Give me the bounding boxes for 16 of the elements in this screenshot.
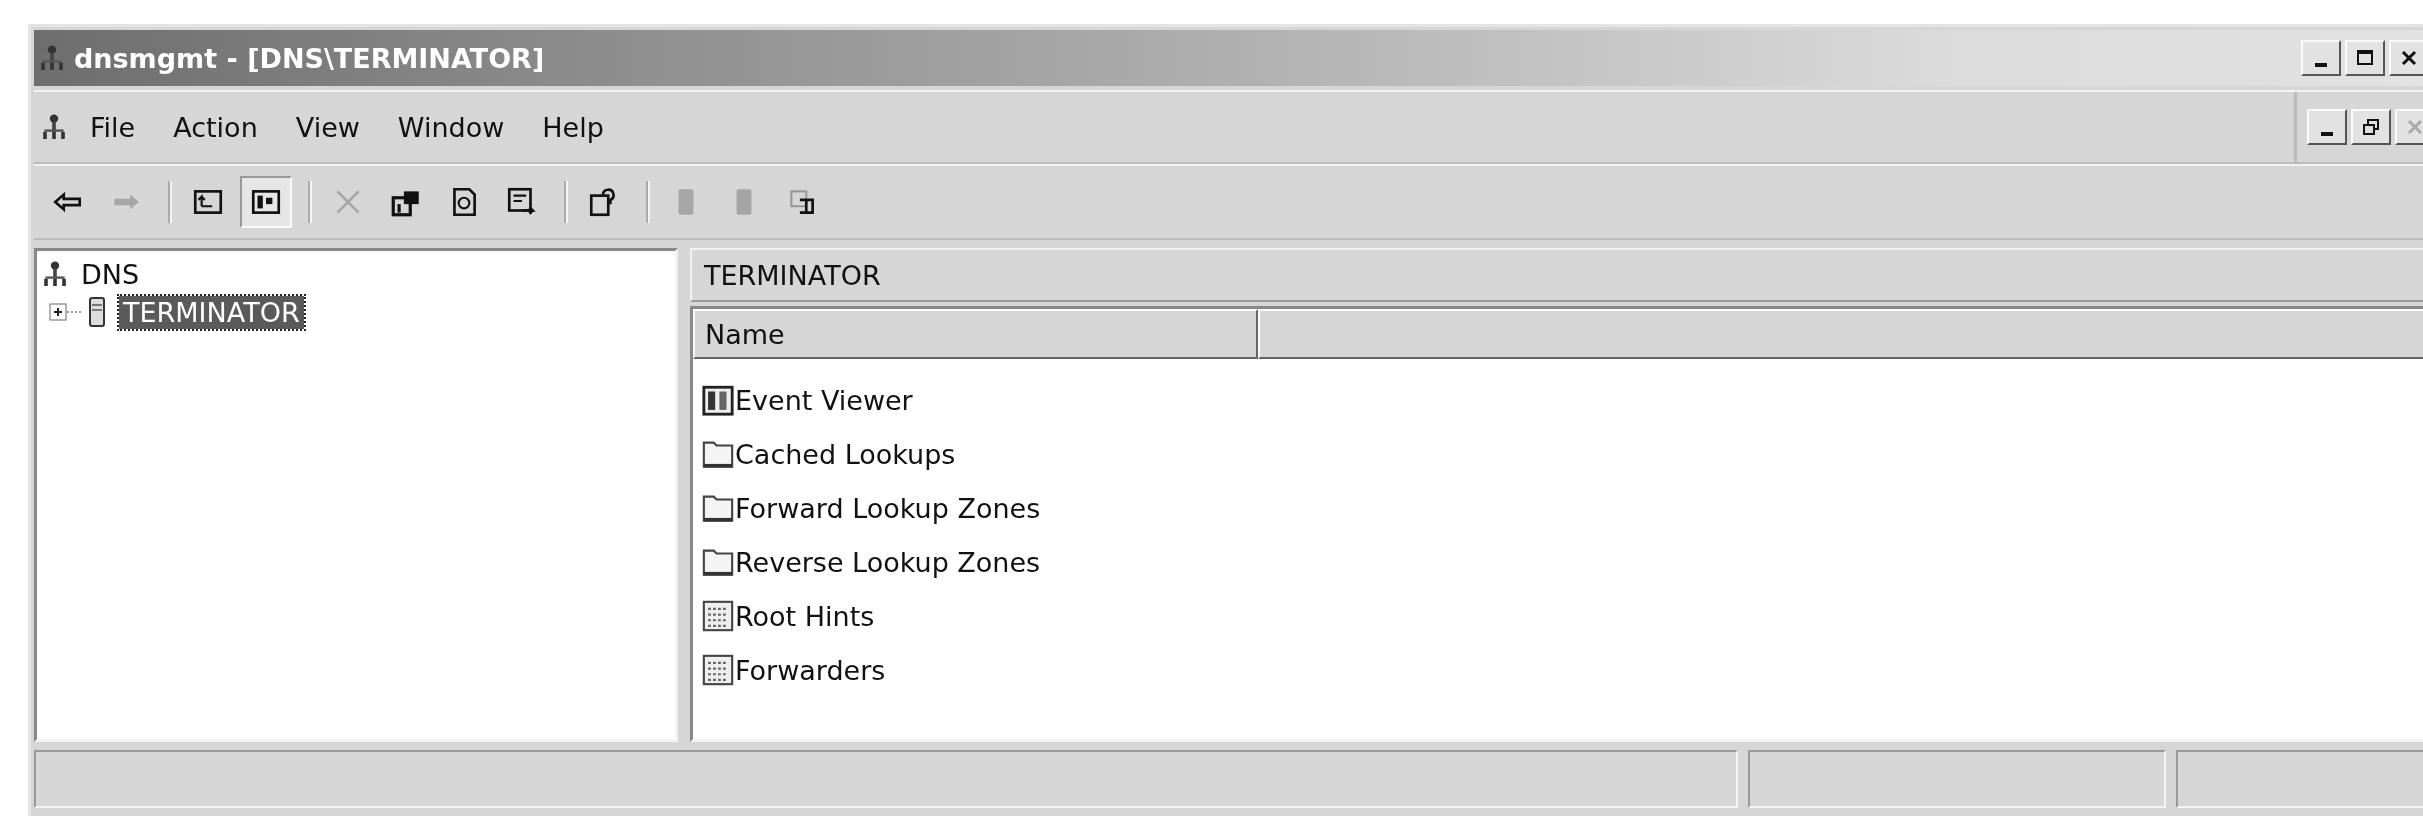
menu-item[interactable]: File — [90, 111, 136, 143]
menu-item[interactable]: Action — [173, 111, 258, 143]
menu-item[interactable]: Help — [542, 111, 604, 143]
list-item[interactable]: Cached Lookups — [735, 438, 956, 470]
list-item[interactable]: Forwarders — [735, 654, 886, 686]
menu-item[interactable]: Window — [397, 111, 505, 143]
tree-item[interactable]: DNS — [77, 257, 144, 291]
menu-item[interactable]: View — [295, 111, 360, 143]
list-item[interactable]: Root Hints — [735, 600, 875, 632]
tree-item[interactable]: TERMINATOR — [119, 295, 304, 329]
column-header[interactable]: Name — [693, 309, 1258, 359]
pane-title: TERMINATOR — [704, 259, 881, 291]
list-item[interactable]: Event Viewer — [735, 384, 913, 416]
list-item[interactable]: Reverse Lookup Zones — [735, 546, 1041, 578]
list-item[interactable]: Forward Lookup Zones — [735, 492, 1041, 524]
window-title: dnsmgmt - [DNS\TERMINATOR] — [74, 42, 545, 74]
